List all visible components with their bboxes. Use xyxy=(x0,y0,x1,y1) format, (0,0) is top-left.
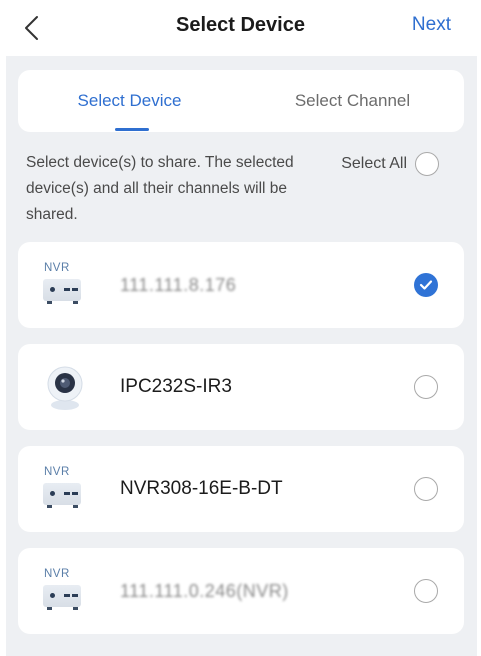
camera-icon xyxy=(40,364,90,410)
nvr-icon: NVR xyxy=(40,262,90,308)
camera-graphic xyxy=(47,366,83,410)
page-title: Select Device xyxy=(176,14,305,36)
nvr-icon-text: NVR xyxy=(44,466,70,478)
chevron-left-icon xyxy=(25,16,38,40)
device-name: IPC232S-IR3 xyxy=(120,376,232,397)
device-checkbox[interactable] xyxy=(414,375,438,399)
nvr-icon: NVR xyxy=(40,568,90,614)
content-area: Select Device Select Channel Select devi… xyxy=(6,56,477,656)
select-all-toggle[interactable]: Select All xyxy=(341,152,439,176)
device-checkbox[interactable] xyxy=(414,477,438,501)
device-item[interactable]: NVR 111.111.0.246(NVR) xyxy=(18,548,464,634)
device-name: 111.111.8.176 xyxy=(120,274,237,295)
unchecked-radio[interactable] xyxy=(414,375,438,399)
device-item[interactable]: NVR NVR308-16E-B-DT xyxy=(18,446,464,532)
checked-radio[interactable] xyxy=(414,273,438,297)
device-checkbox[interactable] xyxy=(414,273,438,297)
tab-select-channel[interactable]: Select Channel xyxy=(241,70,464,132)
share-description: Select device(s) to share. The selected … xyxy=(26,154,294,223)
nvr-icon-text: NVR xyxy=(44,262,70,274)
device-item[interactable]: NVR 111.111.8.176 xyxy=(18,242,464,328)
select-all-label: Select All xyxy=(341,155,407,172)
device-name: NVR308-16E-B-DT xyxy=(120,478,283,499)
device-item[interactable]: IPC232S-IR3 xyxy=(18,344,464,430)
next-button[interactable]: Next xyxy=(412,10,451,40)
device-name: 111.111.0.246(NVR) xyxy=(120,580,289,601)
nvr-icon: NVR xyxy=(40,466,90,512)
checkmark-icon xyxy=(419,280,433,290)
tab-select-device[interactable]: Select Device xyxy=(18,70,241,132)
unchecked-radio[interactable] xyxy=(414,579,438,603)
back-button[interactable] xyxy=(14,10,50,46)
device-checkbox[interactable] xyxy=(414,579,438,603)
tab-bar: Select Device Select Channel xyxy=(18,70,464,132)
unchecked-radio[interactable] xyxy=(414,477,438,501)
header-bar: Select Device Next xyxy=(0,0,481,56)
nvr-icon-text: NVR xyxy=(44,568,70,580)
active-tab-indicator xyxy=(115,128,149,131)
select-all-radio[interactable] xyxy=(415,152,439,176)
